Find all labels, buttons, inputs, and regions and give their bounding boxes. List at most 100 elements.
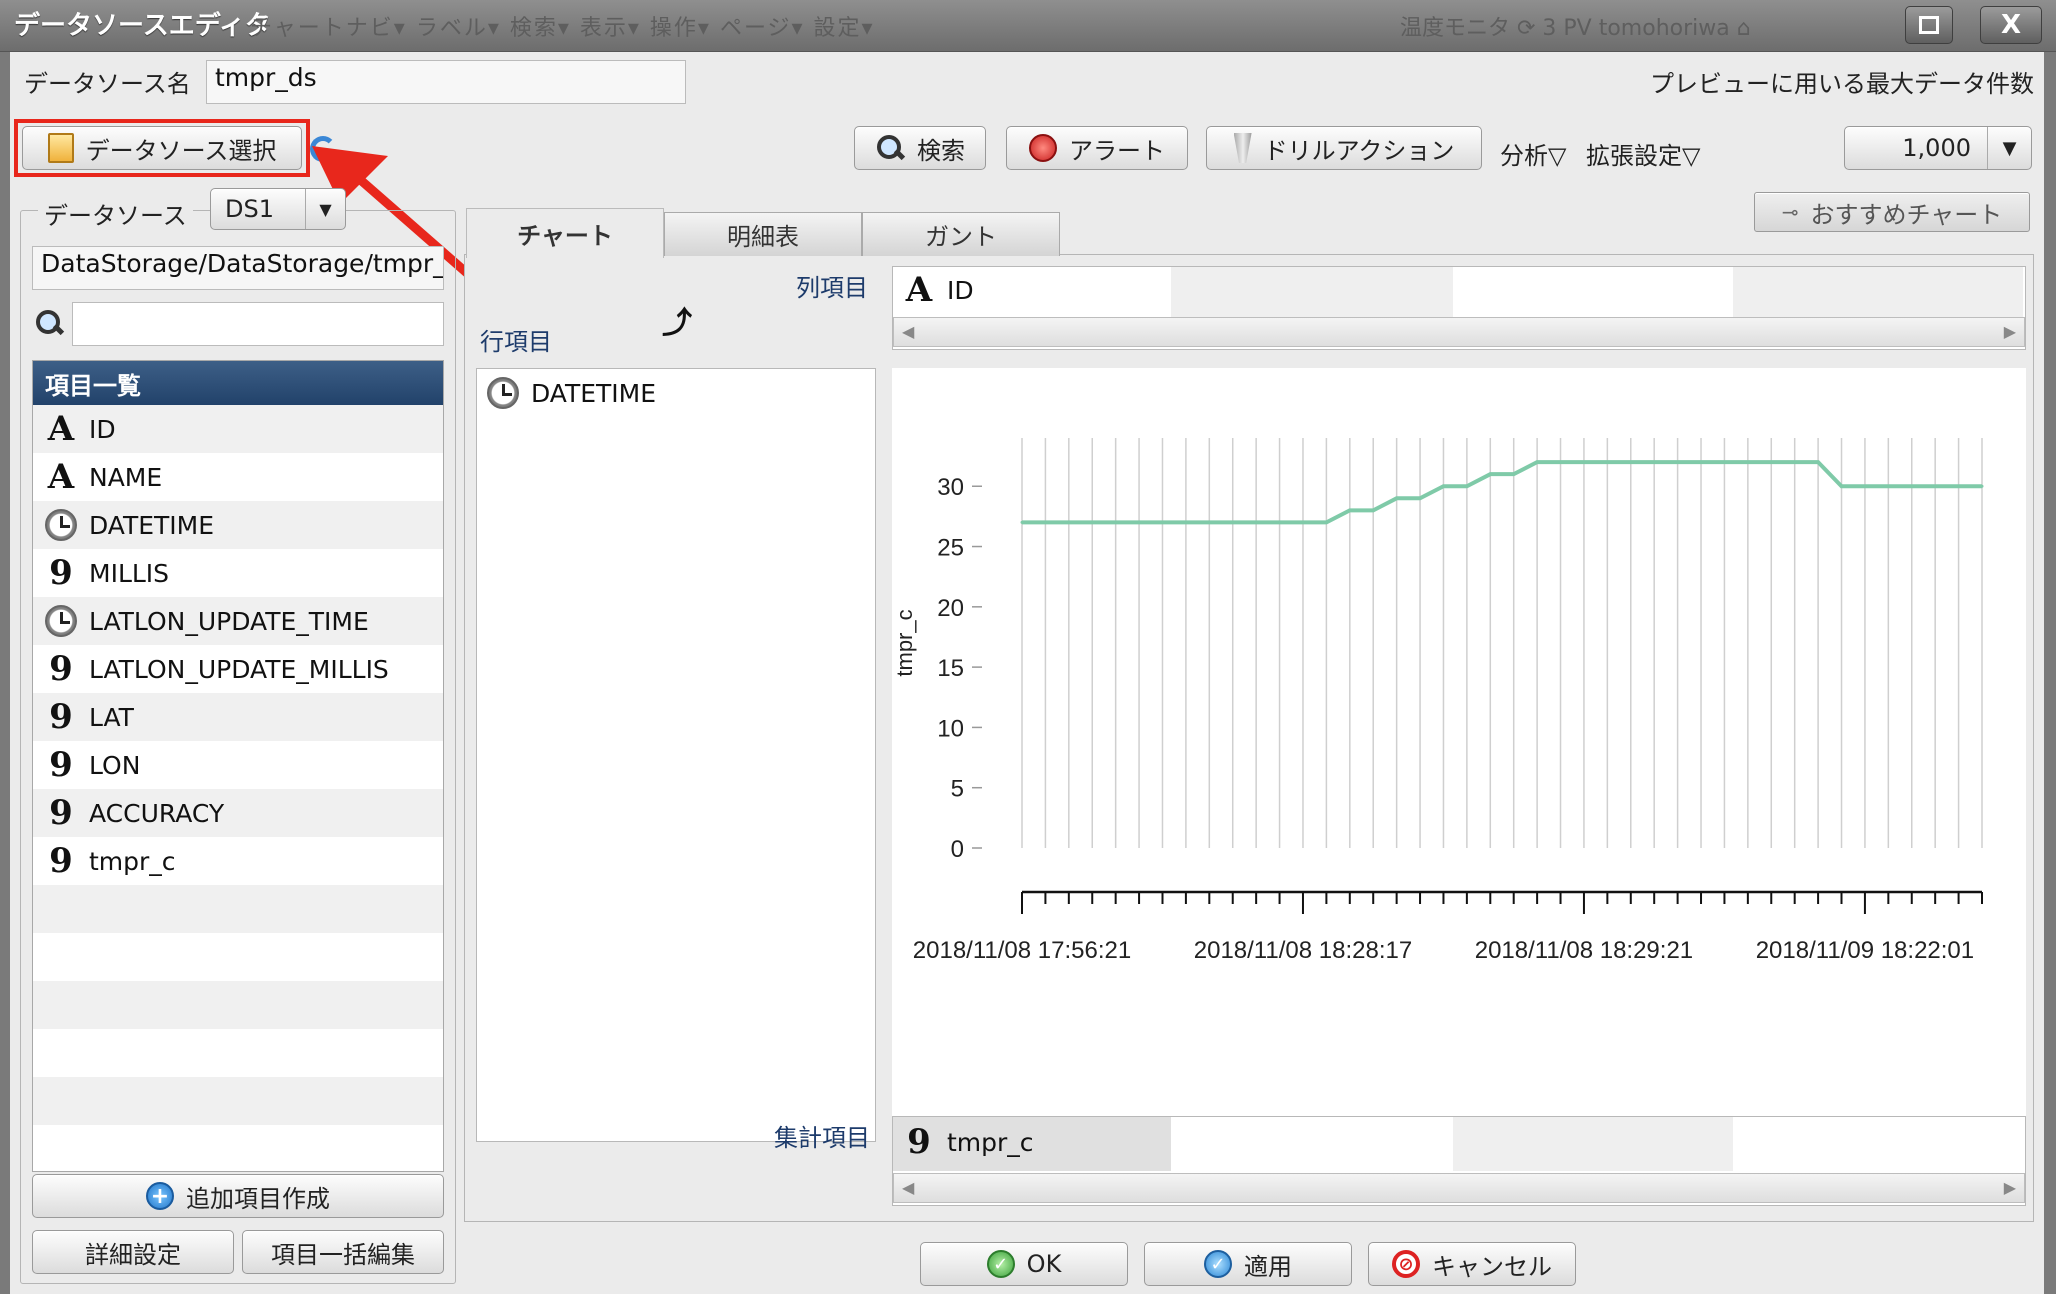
datetime-type-icon — [45, 509, 77, 541]
window-titlebar: データソースエディタ チャートナビ▾ ラベル▾ 検索▾ 表示▾ 操作▾ ページ▾… — [0, 0, 2056, 52]
datasource-group-label: データソース — [38, 196, 193, 231]
ok-button[interactable]: ✓ OK — [920, 1242, 1128, 1286]
data-point — [1605, 460, 1609, 464]
data-point — [1324, 520, 1328, 524]
list-item[interactable]: DATETIME — [33, 501, 443, 549]
data-point — [1278, 520, 1282, 524]
list-item[interactable]: 9 MILLIS — [33, 549, 443, 597]
data-point — [1160, 520, 1164, 524]
analysis-menu[interactable]: 分析▽ — [1500, 136, 1566, 171]
ok-button-label: OK — [1026, 1250, 1062, 1278]
maximize-button[interactable] — [1905, 6, 1953, 44]
item-search-input[interactable] — [72, 302, 444, 346]
aggregate-shelf-scrollbar[interactable]: ◀ ▶ — [893, 1173, 2025, 1203]
aggregate-shelf-slots — [893, 1117, 2023, 1171]
pin-icon: ⊸ — [1781, 200, 1799, 224]
aggregate-field-chip[interactable]: 9 tmpr_c — [899, 1125, 1033, 1159]
scroll-right-icon[interactable]: ▶ — [2004, 322, 2016, 341]
list-item[interactable]: LATLON_UPDATE_TIME — [33, 597, 443, 645]
check-icon: ✓ — [986, 1250, 1015, 1278]
apply-button[interactable]: ✓ 適用 — [1144, 1242, 1352, 1286]
numeric-type-icon: 9 — [49, 841, 73, 881]
search-icon — [34, 308, 64, 338]
cancel-button-label: キャンセル — [1432, 1252, 1552, 1281]
column-shelf-scrollbar[interactable]: ◀ ▶ — [893, 317, 2025, 347]
scroll-left-icon[interactable]: ◀ — [902, 1178, 914, 1197]
data-point — [1207, 520, 1211, 524]
column-shelf[interactable]: A ID ◀ ▶ — [892, 266, 2026, 350]
list-item[interactable]: 9 LATLON_UPDATE_MILLIS — [33, 645, 443, 693]
extended-settings-menu[interactable]: 拡張設定▽ — [1586, 136, 1700, 171]
bulk-edit-button[interactable]: 項目一括編集 — [242, 1230, 444, 1274]
editor-client-area: データソース名 tmpr_ds プレビューに用いる最大データ件数 データソース選… — [10, 52, 2044, 1294]
column-shelf-slots — [893, 267, 2023, 317]
aggregate-shelf[interactable]: 9 tmpr_c ◀ ▶ — [892, 1116, 2026, 1206]
datasource-path-field: DataStorage/DataStorage/tmpr_ds — [32, 246, 444, 290]
list-item-label: NAME — [89, 462, 163, 492]
tab-chart[interactable]: チャート — [466, 208, 664, 258]
scroll-right-icon[interactable]: ▶ — [2004, 1178, 2016, 1197]
cancel-button[interactable]: ⊘ キャンセル — [1368, 1242, 1576, 1286]
alert-button-label: アラート — [1069, 136, 1165, 165]
empty-row — [33, 933, 443, 981]
chart-preview: 30 25 20 15 10 5 0 tmpr_c 2018/11/08 17:56:21 201… — [892, 368, 2026, 1138]
preview-count-value: 1,000 — [1902, 134, 1971, 162]
data-point — [1488, 472, 1492, 476]
data-point — [1910, 484, 1914, 488]
data-point — [1137, 520, 1141, 524]
tab-gantt[interactable]: ガント — [862, 212, 1060, 256]
line-chart: 30 25 20 15 10 5 0 tmpr_c 2018/11/08 17:56:21 201… — [892, 438, 1984, 964]
data-point — [1020, 520, 1024, 524]
list-item-label: tmpr_c — [89, 846, 176, 876]
search-button[interactable]: 検索 — [854, 126, 986, 170]
data-point — [1559, 460, 1563, 464]
data-point — [1652, 460, 1656, 464]
preview-max-label: プレビューに用いる最大データ件数 — [1650, 70, 2034, 98]
datasource-select[interactable]: DS1 ▼ — [210, 188, 346, 230]
data-point — [1114, 520, 1118, 524]
numeric-type-icon: 9 — [49, 649, 73, 689]
list-item-label: LATLON_UPDATE_TIME — [89, 606, 369, 636]
data-point — [1816, 460, 1820, 464]
datasource-name-input[interactable]: tmpr_ds — [206, 60, 686, 104]
list-item[interactable]: A NAME — [33, 453, 443, 501]
add-item-button[interactable]: + 追加項目作成 — [32, 1174, 444, 1218]
cancel-icon: ⊘ — [1392, 1250, 1420, 1278]
close-button[interactable]: X — [1980, 6, 2042, 44]
alert-button[interactable]: アラート — [1006, 126, 1188, 170]
column-field-chip[interactable]: A ID — [899, 273, 974, 307]
list-item[interactable]: 9 tmpr_c — [33, 837, 443, 885]
data-point — [1348, 508, 1352, 512]
data-point — [1746, 460, 1750, 464]
preview-count-select[interactable]: 1,000 ▼ — [1844, 126, 2032, 170]
data-point — [1441, 484, 1445, 488]
list-item-label: LAT — [89, 702, 134, 732]
background-status-text: 温度モニタ ⟳ 3 PV tomohoriwa ⌂ — [1400, 16, 1751, 41]
data-point — [1254, 520, 1258, 524]
row-field-chip[interactable]: DATETIME — [477, 369, 875, 417]
list-item[interactable]: A ID — [33, 405, 443, 453]
scroll-left-icon[interactable]: ◀ — [902, 322, 914, 341]
x-tick-label: 2018/11/08 18:29:21 — [1475, 937, 1693, 964]
recommend-chart-button[interactable]: ⊸ おすすめチャート — [1754, 192, 2030, 232]
drill-action-label: ドリルアクション — [1263, 136, 1455, 165]
item-list-rows: A ID A NAME DATETIME 9 MILLIS LATLON_UPDATE_TIM… — [33, 405, 443, 1171]
list-item[interactable]: 9 ACCURACY — [33, 789, 443, 837]
row-shelf[interactable]: DATETIME — [476, 368, 876, 1142]
drill-icon — [1233, 133, 1252, 163]
list-item[interactable]: 9 LON — [33, 741, 443, 789]
data-point — [1301, 520, 1305, 524]
data-point — [1535, 460, 1539, 464]
list-item[interactable]: 9 LAT — [33, 693, 443, 741]
tab-detail-table[interactable]: 明細表 — [664, 212, 862, 256]
x-tick-label: 2018/11/08 17:56:21 — [913, 937, 1131, 964]
select-datasource-button[interactable]: データソース選択 — [22, 126, 302, 170]
data-point — [1769, 460, 1773, 464]
detail-settings-button[interactable]: 詳細設定 — [32, 1230, 234, 1274]
text-type-icon: A — [905, 270, 933, 310]
drill-action-button[interactable]: ドリルアクション — [1206, 126, 1482, 170]
column-field-name: ID — [947, 275, 974, 305]
data-point — [1933, 484, 1937, 488]
list-item-label: ACCURACY — [89, 798, 225, 828]
swap-axes-icon[interactable]: ⤴ — [662, 298, 692, 342]
